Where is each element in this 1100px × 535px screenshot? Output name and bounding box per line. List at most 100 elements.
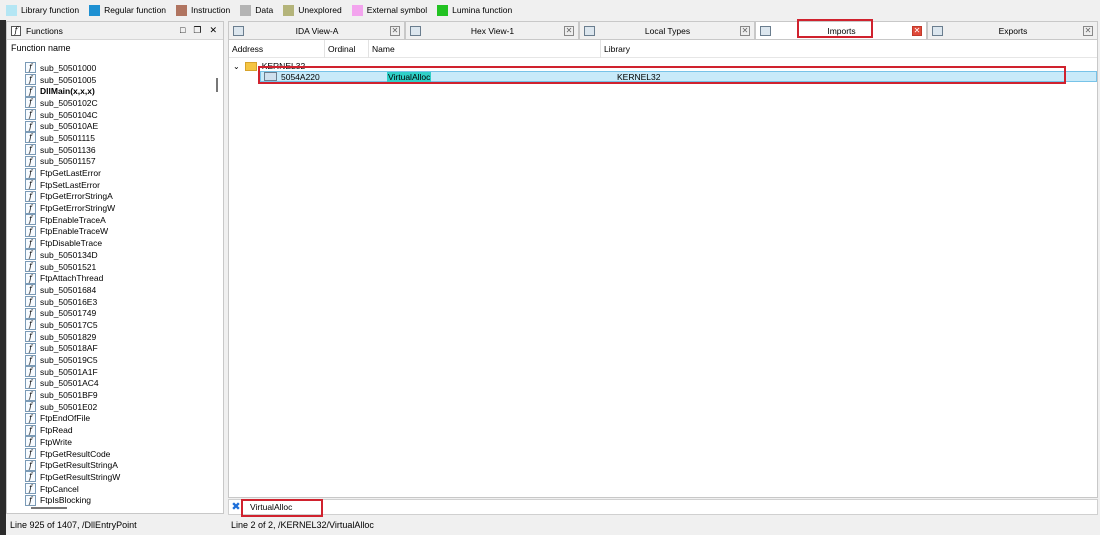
function-list-item[interactable]: f sub_505010AE [25,120,211,132]
import-row-virtualalloc[interactable]: 5054A220 VirtualAlloc KERNEL32 [260,71,1097,82]
close-icon[interactable]: ✕ [209,25,217,36]
function-icon: f [25,85,36,97]
column-ordinal[interactable]: Ordinal [325,39,369,58]
function-list-item[interactable]: f sub_505019C5 [25,354,211,366]
legend-instruction: Instruction [176,4,231,16]
function-list-item[interactable]: f sub_50501000 [25,62,211,74]
function-name: sub_50501115 [40,132,95,143]
function-icon: f [25,483,36,495]
function-icon: f [25,109,36,121]
function-icon: f [25,494,36,506]
function-list-item[interactable]: f FtpRead [25,424,211,436]
tab-close-icon[interactable]: ✕ [1083,25,1093,36]
function-list-item[interactable]: f sub_50501521 [25,261,211,273]
function-list-item[interactable]: f FtpGetErrorStringA [25,190,211,203]
function-list-item[interactable]: f sub_50501AC4 [25,377,211,390]
function-list-item[interactable]: f FtpAttachThread [25,272,211,284]
horizontal-scrollbar[interactable] [31,507,67,509]
function-list-item[interactable]: f sub_5050104C [25,109,211,121]
function-list-item[interactable]: f FtpDisableTrace [25,237,211,249]
legend-label: Unexplored [298,5,342,15]
legend-swatch [240,4,252,16]
function-name-column-header[interactable]: Function name [7,40,223,56]
function-list-item[interactable]: f sub_505017C5 [25,319,211,331]
function-list-item[interactable]: f sub_50501684 [25,284,211,296]
import-name: VirtualAlloc [387,71,432,82]
column-address[interactable]: Address [229,39,325,58]
tab-imports[interactable]: Imports ✕ [755,21,927,39]
filter-input[interactable]: VirtualAlloc [250,502,292,512]
function-list-item[interactable]: f FtpWrite [25,436,211,448]
function-icon: f [25,202,36,214]
column-name[interactable]: Name [369,39,601,58]
panel-window-buttons: □ ❐ ✕ [180,25,223,36]
function-list-item[interactable]: f sub_50501A1F [25,366,211,378]
function-list-item[interactable]: f FtpGetResultCode [25,448,211,460]
quick-filter-bar: ✖ VirtualAlloc [228,499,1098,515]
tab-close-icon[interactable]: ✕ [390,25,400,36]
function-name: sub_50501AC4 [40,378,99,389]
function-list-item[interactable]: f sub_5050134D [25,249,211,261]
function-name: FtpGetErrorStringW [40,203,116,214]
function-list-item[interactable]: f sub_50501005 [25,74,211,86]
function-list-item[interactable]: f FtpCancel [25,483,211,495]
function-name: sub_505010AE [40,121,99,132]
function-list-item[interactable]: f FtpSetLastError [25,179,211,191]
tab-ida-view-a[interactable]: IDA View-A ✕ [228,21,405,39]
function-list-item[interactable]: f sub_50501E02 [25,401,211,413]
function-name: FtpEnableTraceA [40,214,106,225]
tab-hex-view-1[interactable]: Hex View-1 ✕ [405,21,579,39]
function-icon: f [25,354,36,366]
function-list-item[interactable]: f sub_505018AF [25,342,211,355]
function-list-item[interactable]: f sub_50501BF9 [25,389,211,401]
function-list-item[interactable]: f FtpEnableTraceA [25,214,211,226]
function-list-item[interactable]: f FtpGetResultStringA [25,459,211,471]
function-icon: f [25,307,36,319]
tab-local-types[interactable]: Local Types ✕ [579,21,755,39]
legend-lumina-function: Lumina function [437,4,513,16]
function-list: f sub_50501000 f sub_50501005 f DllMain(x,x,x… [25,62,211,510]
function-list-item[interactable]: f sub_50501749 [25,307,211,319]
function-icon: f [25,225,36,237]
maximize-icon[interactable]: □ [180,25,185,36]
function-icon: f [25,179,36,191]
legend-unexplored: Unexplored [283,4,342,16]
restore-icon[interactable]: ❐ [193,25,201,36]
function-list-item[interactable]: f sub_50501157 [25,155,211,168]
function-list-item[interactable]: f FtpEnableTraceW [25,225,211,238]
function-icon: f [25,214,36,226]
function-list-item[interactable]: f sub_505016E3 [25,296,211,308]
function-name: FtpGetLastError [40,168,101,179]
expand-arrow-icon[interactable]: ⌄ [233,62,240,71]
tab-label: IDA View-A [295,25,339,36]
function-list-item[interactable]: f FtpIsBlocking [25,494,211,506]
function-icon: f [25,155,36,167]
legend-label: Lumina function [452,5,513,15]
tab-close-icon[interactable]: ✕ [740,25,750,36]
close-filter-icon[interactable]: ✖ [230,501,242,513]
function-list-item[interactable]: f sub_5050102C [25,97,211,109]
function-name: sub_505018AF [40,343,98,354]
function-list-item[interactable]: f FtpGetErrorStringW [25,202,211,214]
function-list-item[interactable]: f DllMain(x,x,x) [25,85,211,97]
tab-exports[interactable]: Exports ✕ [927,21,1098,39]
tab-close-icon[interactable]: ✕ [912,25,922,36]
legend-label: Instruction [191,5,231,15]
function-name: sub_50501749 [40,308,97,319]
function-list-item[interactable]: f sub_50501115 [25,132,211,144]
tab-bar: IDA View-A ✕ Hex View-1 ✕ Local Types ✕ … [228,21,1098,39]
hex-view-icon [410,25,421,36]
function-list-item[interactable]: f FtpGetResultStringW [25,471,211,483]
function-list-item[interactable]: f FtpGetLastError [25,167,211,179]
function-list-item[interactable]: f sub_50501136 [25,144,211,156]
function-icon: f [25,366,36,378]
tab-close-icon[interactable]: ✕ [564,25,574,36]
function-icon: f [25,459,36,471]
vertical-scrollbar[interactable] [216,78,218,92]
function-icon: f [25,389,36,401]
function-list-item[interactable]: f sub_50501829 [25,331,211,343]
function-list-item[interactable]: f FtpEndOfFile [25,412,211,425]
column-library[interactable]: Library [601,40,1097,58]
function-name: sub_50501684 [40,284,97,295]
function-name: sub_505017C5 [40,319,98,330]
